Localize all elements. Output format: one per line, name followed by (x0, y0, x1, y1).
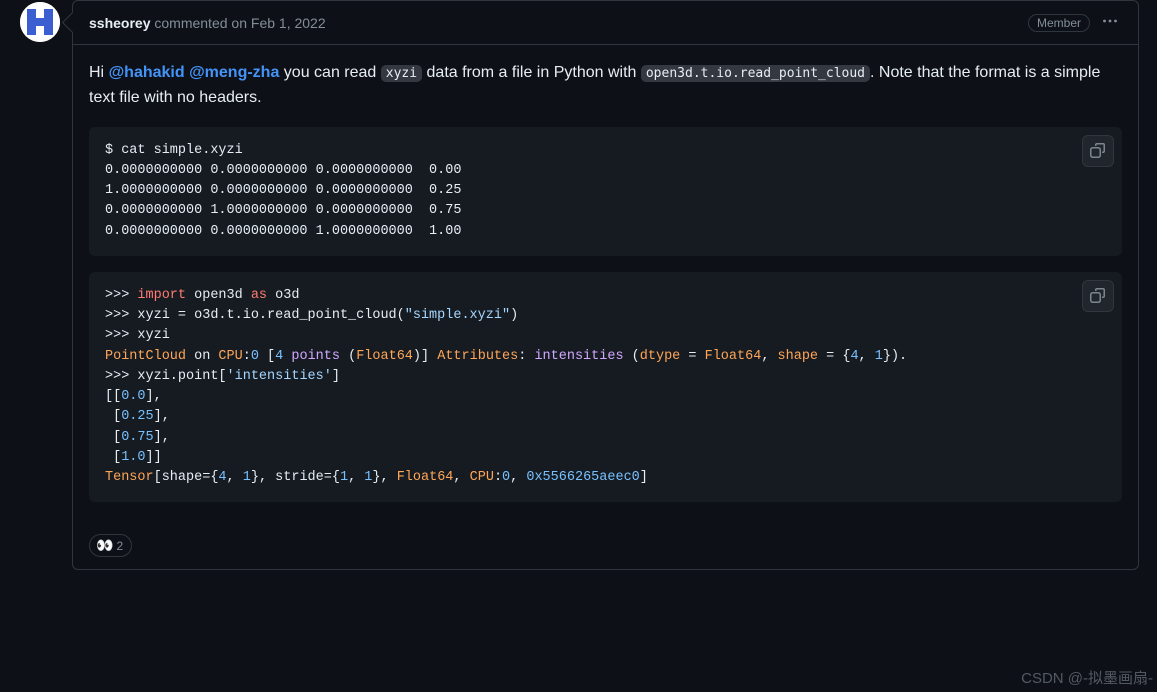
kebab-menu-icon[interactable] (1098, 9, 1122, 36)
comment-timestamp[interactable]: on Feb 1, 2022 (231, 15, 325, 31)
comment-header: ssheorey commented on Feb 1, 2022 Member (73, 1, 1138, 45)
author-link[interactable]: ssheorey (89, 15, 150, 31)
reaction-count: 2 (116, 539, 123, 553)
comment-action: commented (150, 15, 231, 31)
member-badge: Member (1028, 14, 1090, 32)
reactions-bar: 👀 2 (73, 534, 1138, 569)
mention-meng-zha[interactable]: @meng-zha (189, 64, 279, 81)
code-block-python: >>> import open3d as o3d >>> xyzi = o3d.… (89, 272, 1122, 503)
inline-code-read-point-cloud: open3d.t.io.read_point_cloud (641, 65, 870, 82)
comment-text: Hi @hahakid @meng-zha you can read xyzi … (89, 61, 1122, 111)
mention-hahakid[interactable]: @hahakid (109, 64, 185, 81)
code-block-cat: $ cat simple.xyzi 0.0000000000 0.0000000… (89, 127, 1122, 256)
copy-button[interactable] (1082, 280, 1114, 312)
watermark: CSDN @-拟墨画扇- (1021, 667, 1153, 688)
inline-code-xyzi: xyzi (381, 65, 422, 82)
comment-container: ssheorey commented on Feb 1, 2022 Member… (72, 0, 1139, 570)
eyes-emoji-icon: 👀 (96, 537, 113, 554)
copy-button[interactable] (1082, 135, 1114, 167)
reaction-eyes[interactable]: 👀 2 (89, 534, 132, 557)
avatar[interactable] (20, 2, 60, 42)
comment-body: Hi @hahakid @meng-zha you can read xyzi … (73, 45, 1138, 534)
